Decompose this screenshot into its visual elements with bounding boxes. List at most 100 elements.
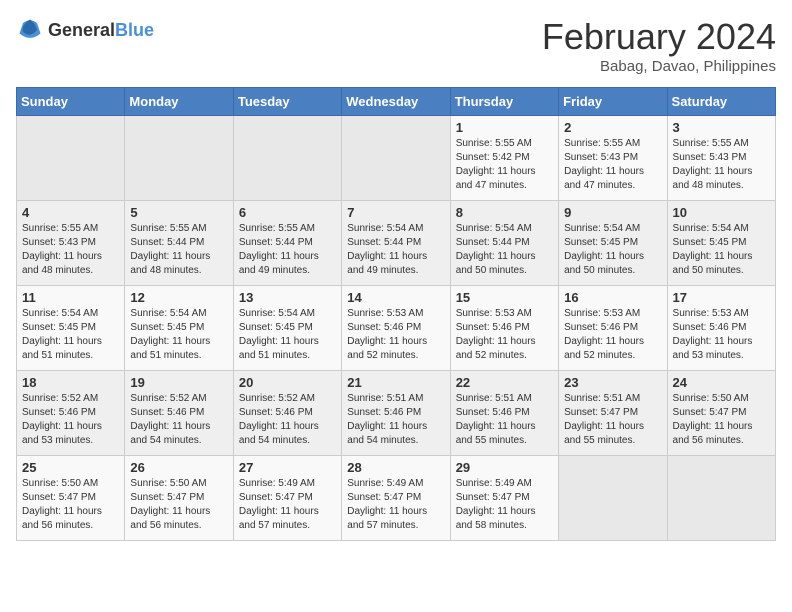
- calendar-cell: [667, 456, 775, 541]
- day-number: 4: [22, 205, 119, 220]
- day-number: 2: [564, 120, 661, 135]
- cell-info: Sunrise: 5:49 AMSunset: 5:47 PMDaylight:…: [239, 477, 336, 533]
- day-number: 12: [130, 290, 227, 305]
- day-number: 18: [22, 375, 119, 390]
- calendar-cell: 10Sunrise: 5:54 AMSunset: 5:45 PMDayligh…: [667, 201, 775, 286]
- cell-info: Sunrise: 5:52 AMSunset: 5:46 PMDaylight:…: [239, 392, 336, 448]
- calendar-cell: 16 Sunrise: 5:53 AMSunset: 5:46 PMDayligh…: [559, 286, 667, 371]
- calendar-week-5: 25 Sunrise: 5:50 AMSunset: 5:47 PMDayligh…: [17, 456, 776, 541]
- calendar-cell: 6 Sunrise: 5:55 AMSunset: 5:44 PMDaylight…: [233, 201, 341, 286]
- cell-info: Sunrise: 5:55 AMSunset: 5:44 PMDaylight:…: [130, 222, 227, 278]
- calendar-cell: 9Sunrise: 5:54 AMSunset: 5:45 PMDaylight…: [559, 201, 667, 286]
- calendar-cell: 7 Sunrise: 5:54 AMSunset: 5:44 PMDaylight…: [342, 201, 450, 286]
- calendar-body: 1 Sunrise: 5:55 AMSunset: 5:42 PMDaylight…: [17, 116, 776, 541]
- cell-info: Sunrise: 5:51 AMSunset: 5:46 PMDaylight:…: [347, 392, 444, 448]
- calendar-cell: 20 Sunrise: 5:52 AMSunset: 5:46 PMDayligh…: [233, 371, 341, 456]
- day-number: 3: [673, 120, 770, 135]
- header-row: Sunday Monday Tuesday Wednesday Thursday…: [17, 88, 776, 116]
- cell-info: Sunrise: 5:54 AMSunset: 5:45 PMDaylight:…: [564, 222, 661, 278]
- day-number: 6: [239, 205, 336, 220]
- calendar-cell: 27 Sunrise: 5:49 AMSunset: 5:47 PMDayligh…: [233, 456, 341, 541]
- day-number: 5: [130, 205, 227, 220]
- cell-info: Sunrise: 5:50 AMSunset: 5:47 PMDaylight:…: [22, 477, 119, 533]
- day-number: 21: [347, 375, 444, 390]
- day-number: 26: [130, 460, 227, 475]
- cell-info: Sunrise: 5:54 AMSunset: 5:45 PMDaylight:…: [239, 307, 336, 363]
- calendar-cell: 26 Sunrise: 5:50 AMSunset: 5:47 PMDayligh…: [125, 456, 233, 541]
- calendar-week-4: 18 Sunrise: 5:52 AMSunset: 5:46 PMDayligh…: [17, 371, 776, 456]
- calendar-cell: 4Sunrise: 5:55 AMSunset: 5:43 PMDaylight…: [17, 201, 125, 286]
- calendar-cell: 3Sunrise: 5:55 AMSunset: 5:43 PMDaylight…: [667, 116, 775, 201]
- calendar-cell: [233, 116, 341, 201]
- cell-info: Sunrise: 5:53 AMSunset: 5:46 PMDaylight:…: [456, 307, 553, 363]
- day-number: 11: [22, 290, 119, 305]
- cell-info: Sunrise: 5:54 AMSunset: 5:45 PMDaylight:…: [130, 307, 227, 363]
- cell-info: Sunrise: 5:55 AMSunset: 5:42 PMDaylight:…: [456, 137, 553, 193]
- day-number: 29: [456, 460, 553, 475]
- cell-info: Sunrise: 5:49 AMSunset: 5:47 PMDaylight:…: [456, 477, 553, 533]
- calendar-cell: 11 Sunrise: 5:54 AMSunset: 5:45 PMDayligh…: [17, 286, 125, 371]
- day-number: 24: [673, 375, 770, 390]
- cell-info: Sunrise: 5:54 AMSunset: 5:45 PMDaylight:…: [22, 307, 119, 363]
- cell-info: Sunrise: 5:51 AMSunset: 5:46 PMDaylight:…: [456, 392, 553, 448]
- calendar-cell: 25 Sunrise: 5:50 AMSunset: 5:47 PMDayligh…: [17, 456, 125, 541]
- calendar-cell: 17Sunrise: 5:53 AMSunset: 5:46 PMDayligh…: [667, 286, 775, 371]
- calendar-cell: 28 Sunrise: 5:49 AMSunset: 5:47 PMDayligh…: [342, 456, 450, 541]
- cell-info: Sunrise: 5:55 AMSunset: 5:44 PMDaylight:…: [239, 222, 336, 278]
- cell-info: Sunrise: 5:54 AMSunset: 5:44 PMDaylight:…: [456, 222, 553, 278]
- calendar-cell: 5 Sunrise: 5:55 AMSunset: 5:44 PMDaylight…: [125, 201, 233, 286]
- day-number: 16: [564, 290, 661, 305]
- page-header: General Blue February 2024 Babag, Davao,…: [16, 16, 776, 75]
- cell-info: Sunrise: 5:50 AMSunset: 5:47 PMDaylight:…: [673, 392, 770, 448]
- day-number: 15: [456, 290, 553, 305]
- day-number: 20: [239, 375, 336, 390]
- logo-blue: Blue: [115, 20, 154, 41]
- calendar-title: February 2024: [542, 16, 776, 58]
- cell-info: Sunrise: 5:52 AMSunset: 5:46 PMDaylight:…: [130, 392, 227, 448]
- header-monday: Monday: [125, 88, 233, 116]
- day-number: 7: [347, 205, 444, 220]
- day-number: 19: [130, 375, 227, 390]
- cell-info: Sunrise: 5:53 AMSunset: 5:46 PMDaylight:…: [564, 307, 661, 363]
- day-number: 28: [347, 460, 444, 475]
- logo-icon: [16, 16, 44, 44]
- header-saturday: Saturday: [667, 88, 775, 116]
- calendar-cell: 13 Sunrise: 5:54 AMSunset: 5:45 PMDayligh…: [233, 286, 341, 371]
- header-wednesday: Wednesday: [342, 88, 450, 116]
- calendar-table: Sunday Monday Tuesday Wednesday Thursday…: [16, 87, 776, 541]
- title-area: February 2024 Babag, Davao, Philippines: [542, 16, 776, 75]
- day-number: 13: [239, 290, 336, 305]
- calendar-week-3: 11 Sunrise: 5:54 AMSunset: 5:45 PMDayligh…: [17, 286, 776, 371]
- day-number: 27: [239, 460, 336, 475]
- logo: General Blue: [16, 16, 154, 44]
- calendar-cell: [17, 116, 125, 201]
- logo-general: General: [48, 20, 115, 41]
- cell-info: Sunrise: 5:50 AMSunset: 5:47 PMDaylight:…: [130, 477, 227, 533]
- day-number: 8: [456, 205, 553, 220]
- calendar-cell: 19 Sunrise: 5:52 AMSunset: 5:46 PMDayligh…: [125, 371, 233, 456]
- header-sunday: Sunday: [17, 88, 125, 116]
- calendar-subtitle: Babag, Davao, Philippines: [542, 58, 776, 75]
- calendar-week-1: 1 Sunrise: 5:55 AMSunset: 5:42 PMDaylight…: [17, 116, 776, 201]
- calendar-cell: 8 Sunrise: 5:54 AMSunset: 5:44 PMDaylight…: [450, 201, 558, 286]
- calendar-header: Sunday Monday Tuesday Wednesday Thursday…: [17, 88, 776, 116]
- calendar-cell: [342, 116, 450, 201]
- calendar-cell: 15 Sunrise: 5:53 AMSunset: 5:46 PMDayligh…: [450, 286, 558, 371]
- day-number: 25: [22, 460, 119, 475]
- calendar-cell: 21 Sunrise: 5:51 AMSunset: 5:46 PMDayligh…: [342, 371, 450, 456]
- cell-info: Sunrise: 5:49 AMSunset: 5:47 PMDaylight:…: [347, 477, 444, 533]
- calendar-cell: [559, 456, 667, 541]
- cell-info: Sunrise: 5:51 AMSunset: 5:47 PMDaylight:…: [564, 392, 661, 448]
- day-number: 1: [456, 120, 553, 135]
- cell-info: Sunrise: 5:55 AMSunset: 5:43 PMDaylight:…: [564, 137, 661, 193]
- calendar-cell: 18Sunrise: 5:52 AMSunset: 5:46 PMDayligh…: [17, 371, 125, 456]
- calendar-week-2: 4Sunrise: 5:55 AMSunset: 5:43 PMDaylight…: [17, 201, 776, 286]
- cell-info: Sunrise: 5:54 AMSunset: 5:44 PMDaylight:…: [347, 222, 444, 278]
- calendar-cell: 24 Sunrise: 5:50 AMSunset: 5:47 PMDayligh…: [667, 371, 775, 456]
- calendar-cell: 1 Sunrise: 5:55 AMSunset: 5:42 PMDaylight…: [450, 116, 558, 201]
- header-friday: Friday: [559, 88, 667, 116]
- header-thursday: Thursday: [450, 88, 558, 116]
- calendar-cell: 2 Sunrise: 5:55 AMSunset: 5:43 PMDaylight…: [559, 116, 667, 201]
- calendar-cell: 12 Sunrise: 5:54 AMSunset: 5:45 PMDayligh…: [125, 286, 233, 371]
- calendar-cell: 23Sunrise: 5:51 AMSunset: 5:47 PMDayligh…: [559, 371, 667, 456]
